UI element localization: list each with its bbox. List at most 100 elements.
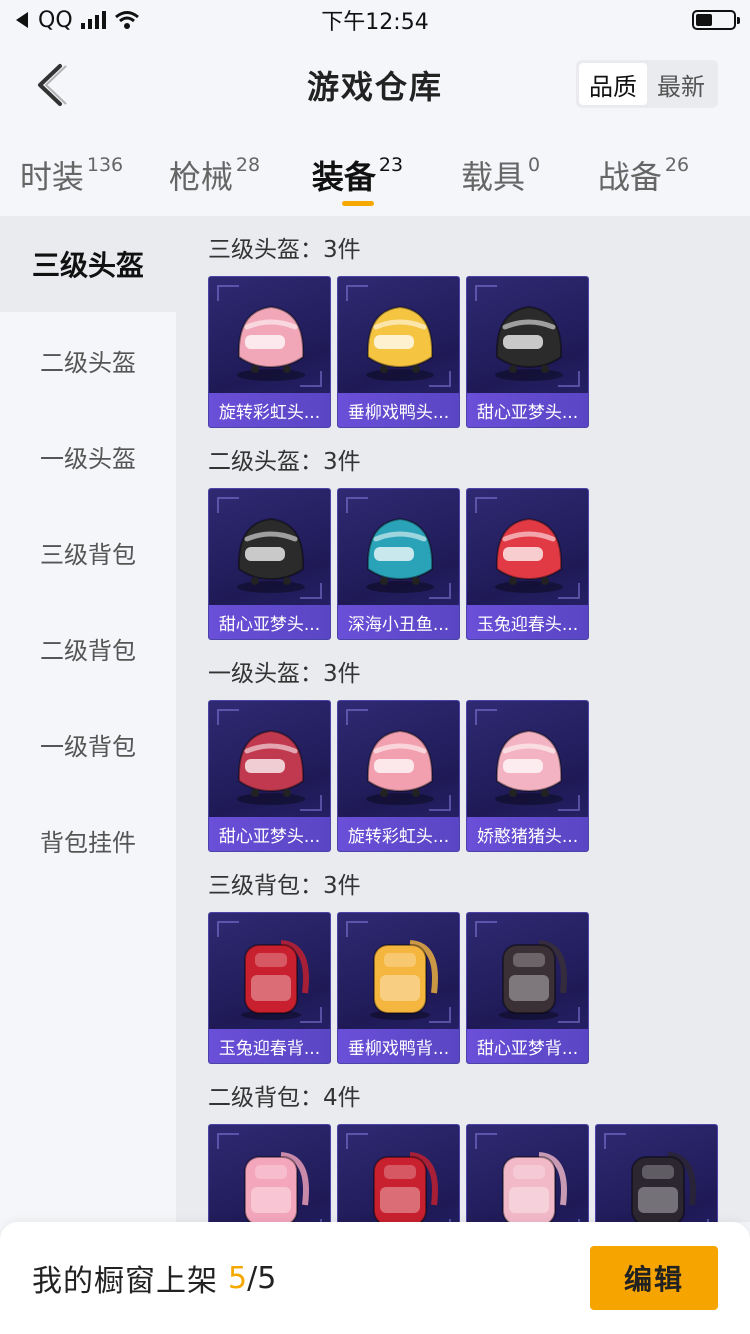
item-image bbox=[219, 711, 322, 811]
status-time: 下午12:54 bbox=[321, 10, 429, 35]
section-title: 一级头盔：3件 bbox=[208, 661, 361, 687]
item-image bbox=[348, 1135, 451, 1222]
item-section: 一级头盔：3件甜心亚梦头... 旋转彩虹头... 娇憨猪猪头... bbox=[176, 640, 750, 852]
item-card[interactable]: 甜心亚梦头... bbox=[208, 700, 331, 852]
sidebar-item-level2-helmet[interactable]: 二级头盔 bbox=[0, 312, 176, 408]
item-card[interactable]: 甜心亚梦头... bbox=[466, 276, 589, 428]
item-card[interactable]: 旋转彩虹头... bbox=[208, 276, 331, 428]
item-card[interactable]: 娇憨猪猪头... bbox=[466, 700, 589, 852]
item-row: 甜心亚梦头... 深海小丑鱼... 玉兔迎春头... bbox=[208, 488, 750, 640]
sort-toggle: 品质 最新 bbox=[576, 60, 718, 108]
item-card[interactable]: 垂柳戏鸭头... bbox=[337, 276, 460, 428]
item-section: 三级头盔：3件旋转彩虹头... 垂柳戏鸭头... 甜心亚梦头... bbox=[176, 216, 750, 428]
item-image bbox=[348, 499, 451, 599]
header: 游戏仓库 品质 最新 bbox=[0, 40, 750, 130]
status-left: QQ bbox=[14, 8, 274, 33]
showcase-bar: 我的橱窗上架 5 / 5 编辑 bbox=[0, 1222, 750, 1334]
tab-weapons[interactable]: 枪械 28 bbox=[143, 140, 286, 216]
item-name: 玉兔迎春头... bbox=[467, 605, 588, 639]
sidebar-item-level2-backpack[interactable]: 二级背包 bbox=[0, 600, 176, 696]
item-image bbox=[348, 923, 451, 1023]
item-name: 旋转彩虹头... bbox=[209, 393, 330, 427]
backpack-icon bbox=[241, 940, 309, 1020]
item-image bbox=[606, 1135, 709, 1222]
item-name: 垂柳戏鸭头... bbox=[338, 393, 459, 427]
category-sidebar: 三级头盔 二级头盔 一级头盔 三级背包 二级背包 一级背包 背包挂件 bbox=[0, 216, 176, 1334]
backpack-icon bbox=[370, 940, 438, 1020]
wifi-icon bbox=[114, 11, 139, 29]
item-section: 三级背包：3件玉兔迎春背... 垂柳戏鸭背... 甜心亚梦背... bbox=[176, 852, 750, 1064]
item-image bbox=[219, 499, 322, 599]
item-card[interactable]: 甜心亚梦头... bbox=[208, 488, 331, 640]
tab-fashion[interactable]: 时装 136 bbox=[0, 140, 143, 216]
item-section: 二级背包：4件 bbox=[176, 1064, 750, 1222]
item-card[interactable] bbox=[466, 1124, 589, 1222]
tab-active-indicator bbox=[341, 201, 374, 206]
item-name: 垂柳戏鸭背... bbox=[338, 1029, 459, 1063]
item-card[interactable]: 玉兔迎春头... bbox=[466, 488, 589, 640]
item-card[interactable] bbox=[208, 1124, 331, 1222]
section-title: 三级头盔：3件 bbox=[208, 237, 361, 263]
sidebar-item-level3-backpack[interactable]: 三级背包 bbox=[0, 504, 176, 600]
item-card[interactable] bbox=[337, 1124, 460, 1222]
battery-icon bbox=[692, 10, 740, 30]
item-image bbox=[219, 923, 322, 1023]
item-image bbox=[477, 287, 580, 387]
helmet-icon bbox=[366, 305, 434, 381]
tab-count: 23 bbox=[378, 154, 404, 176]
item-image bbox=[219, 287, 322, 387]
showcase-label: 我的橱窗上架 bbox=[32, 1264, 218, 1299]
item-card[interactable]: 垂柳戏鸭背... bbox=[337, 912, 460, 1064]
back-button[interactable] bbox=[30, 60, 74, 110]
item-name: 甜心亚梦背... bbox=[467, 1029, 588, 1063]
sidebar-item-level3-helmet[interactable]: 三级头盔 bbox=[0, 216, 176, 312]
tab-label: 时装 bbox=[19, 158, 84, 196]
tab-count: 136 bbox=[86, 154, 124, 176]
helmet-icon bbox=[237, 305, 305, 381]
edit-button[interactable]: 编辑 bbox=[590, 1246, 718, 1310]
tab-count: 0 bbox=[527, 154, 541, 176]
item-image bbox=[348, 287, 451, 387]
helmet-icon bbox=[495, 729, 563, 805]
item-name: 旋转彩虹头... bbox=[338, 817, 459, 851]
item-list[interactable]: 三级头盔：3件 旋转彩虹头... 垂柳戏鸭头... 甜心亚梦头... 二级头盔：3件 甜心… bbox=[176, 216, 750, 1222]
sidebar-item-level1-helmet[interactable]: 一级头盔 bbox=[0, 408, 176, 504]
item-image bbox=[477, 1135, 580, 1222]
tab-count: 26 bbox=[664, 154, 690, 176]
backpack-icon bbox=[502, 1152, 567, 1222]
section-title: 二级背包：4件 bbox=[208, 1085, 361, 1111]
item-name: 玉兔迎春背... bbox=[209, 1029, 330, 1063]
section-title: 三级背包：3件 bbox=[208, 873, 361, 899]
item-card[interactable]: 深海小丑鱼... bbox=[337, 488, 460, 640]
category-tabs: 时装 136 枪械 28 装备 23 载具 0 战备 26 bbox=[0, 140, 750, 216]
item-card[interactable]: 甜心亚梦背... bbox=[466, 912, 589, 1064]
item-card[interactable]: 玉兔迎春背... bbox=[208, 912, 331, 1064]
item-card[interactable]: 旋转彩虹头... bbox=[337, 700, 460, 852]
item-image bbox=[348, 711, 451, 811]
back-arrow-icon bbox=[38, 64, 67, 106]
showcase-separator: / bbox=[247, 1260, 258, 1296]
sort-latest-button[interactable]: 最新 bbox=[647, 63, 715, 105]
helmet-icon bbox=[366, 729, 434, 805]
tab-vehicles[interactable]: 载具 0 bbox=[429, 140, 572, 216]
backpack-icon bbox=[373, 1152, 438, 1222]
sort-quality-button[interactable]: 品质 bbox=[579, 63, 647, 105]
item-card[interactable] bbox=[595, 1124, 718, 1222]
item-image bbox=[477, 923, 580, 1023]
backpack-icon bbox=[244, 1152, 309, 1222]
sidebar-item-level1-backpack[interactable]: 一级背包 bbox=[0, 696, 176, 792]
item-image bbox=[219, 1135, 322, 1222]
item-row: 甜心亚梦头... 旋转彩虹头... 娇憨猪猪头... bbox=[208, 700, 750, 852]
item-name: 深海小丑鱼... bbox=[338, 605, 459, 639]
signal-icon bbox=[80, 11, 106, 29]
helmet-icon bbox=[495, 517, 563, 593]
showcase-total: 5 bbox=[257, 1260, 277, 1296]
sidebar-item-backpack-charm[interactable]: 背包挂件 bbox=[0, 792, 176, 888]
tab-label: 枪械 bbox=[168, 158, 233, 196]
tab-count: 28 bbox=[235, 154, 261, 176]
item-name: 甜心亚梦头... bbox=[467, 393, 588, 427]
tab-supplies[interactable]: 战备 26 bbox=[572, 140, 715, 216]
item-section: 二级头盔：3件 甜心亚梦头... 深海小丑鱼... 玉兔迎春头... bbox=[176, 428, 750, 640]
backpack-icon bbox=[631, 1152, 696, 1222]
tab-equipment[interactable]: 装备 23 bbox=[286, 140, 429, 216]
